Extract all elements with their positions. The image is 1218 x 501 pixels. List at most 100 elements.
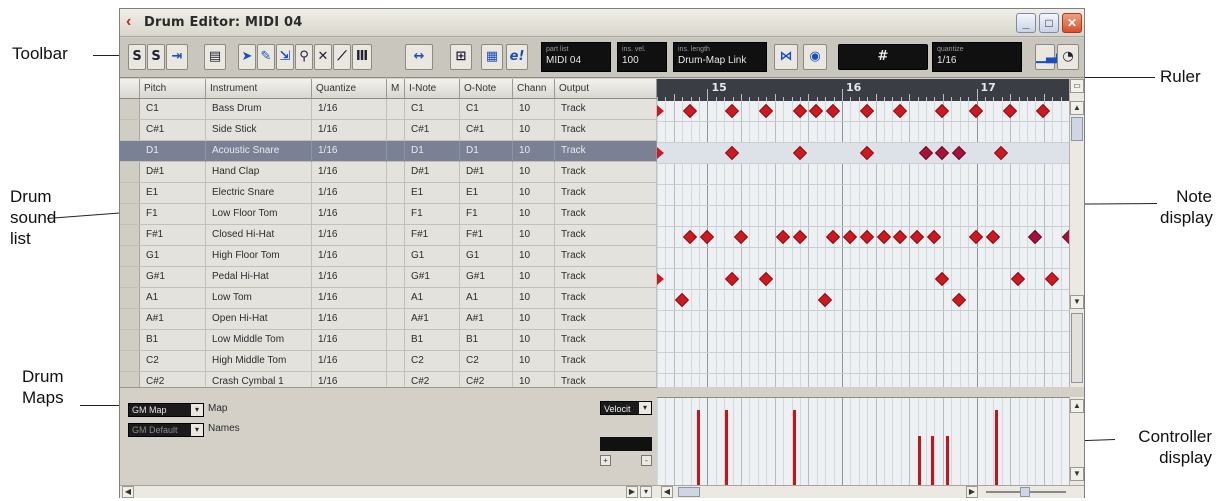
cell-inote[interactable]: C1 bbox=[405, 99, 460, 120]
title-bar[interactable]: ‹ Drum Editor: MIDI 04 _ □ ✕ bbox=[120, 9, 1084, 37]
note-lane[interactable] bbox=[657, 374, 1069, 387]
quantize-select[interactable]: quantize 1/16 bbox=[932, 42, 1022, 72]
cell-inote[interactable]: E1 bbox=[405, 183, 460, 204]
ruler[interactable]: 15 16 17 bbox=[657, 79, 1070, 101]
cell-instrument[interactable]: Acoustic Snare bbox=[206, 141, 312, 162]
cell-instrument[interactable]: Pedal Hi-Hat bbox=[206, 267, 312, 288]
drum-sound-row[interactable]: B1 Low Middle Tom 1/16 B1 B1 10 Track bbox=[120, 330, 657, 351]
drum-note[interactable] bbox=[657, 105, 664, 117]
draw-tool-icon[interactable]: ✎ bbox=[257, 44, 275, 70]
cell-mute[interactable] bbox=[387, 309, 405, 330]
note-lane[interactable] bbox=[657, 311, 1069, 332]
cell-onote[interactable]: F1 bbox=[460, 204, 513, 225]
drum-note[interactable] bbox=[657, 273, 664, 285]
note-lane[interactable] bbox=[657, 185, 1069, 206]
scroll-left-icon[interactable]: ◀ bbox=[661, 486, 673, 498]
note-lane[interactable] bbox=[657, 206, 1069, 227]
cell-inote[interactable]: D1 bbox=[405, 141, 460, 162]
cell-mute[interactable] bbox=[387, 204, 405, 225]
drum-sound-row[interactable]: E1 Electric Snare 1/16 E1 E1 10 Track bbox=[120, 183, 657, 204]
note-lane[interactable] bbox=[657, 269, 1069, 290]
scroll-up-icon[interactable]: ▲ bbox=[1070, 399, 1084, 413]
cell-instrument[interactable]: High Middle Tom bbox=[206, 351, 312, 372]
glue-tool-icon[interactable]: ⇲ bbox=[276, 44, 294, 70]
cell-instrument[interactable]: High Floor Tom bbox=[206, 246, 312, 267]
horizontal-scroll-thumb[interactable] bbox=[678, 487, 700, 497]
cell-output[interactable]: Track bbox=[555, 330, 657, 351]
note-lane[interactable] bbox=[657, 332, 1069, 353]
scroll-right-icon[interactable]: ▶ bbox=[966, 486, 978, 498]
cell-pitch[interactable]: C2 bbox=[140, 351, 206, 372]
zoom-slider[interactable] bbox=[1071, 313, 1083, 383]
cell-mute[interactable] bbox=[387, 351, 405, 372]
cell-inote[interactable]: A1 bbox=[405, 288, 460, 309]
level-meter-icon[interactable]: ▁▃▅ bbox=[1035, 44, 1066, 70]
cell-inote[interactable]: D#1 bbox=[405, 162, 460, 183]
solo-button[interactable]: S bbox=[128, 44, 146, 70]
cell-output[interactable]: Track bbox=[555, 351, 657, 372]
select-tool-icon[interactable]: ➤ bbox=[238, 44, 256, 70]
drum-sound-row[interactable]: G1 High Floor Tom 1/16 G1 G1 10 Track bbox=[120, 246, 657, 267]
cell-channel[interactable]: 10 bbox=[513, 288, 555, 309]
drum-sound-row[interactable]: A#1 Open Hi-Hat 1/16 A#1 A#1 10 Track bbox=[120, 309, 657, 330]
cell-quantize[interactable]: 1/16 bbox=[312, 288, 387, 309]
cell-channel[interactable]: 10 bbox=[513, 309, 555, 330]
scroll-down-icon[interactable]: ▼ bbox=[1070, 295, 1084, 309]
cell-output[interactable]: Track bbox=[555, 141, 657, 162]
cell-pitch[interactable]: E1 bbox=[140, 183, 206, 204]
drum-sound-row[interactable]: D1 Acoustic Snare 1/16 D1 D1 10 Track bbox=[120, 141, 657, 162]
cell-quantize[interactable]: 1/16 bbox=[312, 330, 387, 351]
cell-instrument[interactable]: Hand Clap bbox=[206, 162, 312, 183]
column-header-quantize[interactable]: Quantize bbox=[312, 79, 387, 99]
cell-instrument[interactable]: Open Hi-Hat bbox=[206, 309, 312, 330]
cell-onote[interactable]: C1 bbox=[460, 99, 513, 120]
clock-icon[interactable]: ◔ bbox=[1057, 44, 1079, 70]
cell-inote[interactable]: G#1 bbox=[405, 267, 460, 288]
cell-mute[interactable] bbox=[387, 246, 405, 267]
cell-quantize[interactable]: 1/16 bbox=[312, 120, 387, 141]
column-header-output[interactable]: Output bbox=[555, 79, 657, 99]
remove-controller-lane-button[interactable]: - bbox=[641, 455, 652, 466]
line-tool-icon[interactable]: ⟋ bbox=[333, 44, 351, 70]
note-lane[interactable] bbox=[657, 164, 1069, 185]
drum-sound-row[interactable]: C#1 Side Stick 1/16 C#1 C#1 10 Track bbox=[120, 120, 657, 141]
cell-quantize[interactable]: 1/16 bbox=[312, 309, 387, 330]
scroll-menu-icon[interactable]: ▾ bbox=[640, 486, 652, 498]
controller-select[interactable]: Velocit ▾ bbox=[600, 401, 652, 415]
cell-mute[interactable] bbox=[387, 225, 405, 246]
cell-instrument[interactable]: Closed Hi-Hat bbox=[206, 225, 312, 246]
cell-pitch[interactable]: G1 bbox=[140, 246, 206, 267]
cell-onote[interactable]: E1 bbox=[460, 183, 513, 204]
drum-sound-row[interactable]: D#1 Hand Clap 1/16 D#1 D#1 10 Track bbox=[120, 162, 657, 183]
cell-channel[interactable]: 10 bbox=[513, 120, 555, 141]
note-vertical-scrollbar[interactable]: ▭ ▲ ▼ bbox=[1069, 79, 1084, 387]
cell-mute[interactable] bbox=[387, 141, 405, 162]
cell-channel[interactable]: 10 bbox=[513, 225, 555, 246]
cell-onote[interactable]: B1 bbox=[460, 330, 513, 351]
drum-map-select[interactable]: GM Map ▾ bbox=[128, 403, 204, 417]
scroll-right-icon[interactable]: ▶ bbox=[626, 486, 638, 498]
names-select[interactable]: GM Default ▾ bbox=[128, 423, 204, 437]
cell-output[interactable]: Track bbox=[555, 183, 657, 204]
cell-output[interactable]: Track bbox=[555, 99, 657, 120]
autoscroll-button[interactable]: ⇥ bbox=[166, 44, 188, 70]
cell-pitch[interactable]: G#1 bbox=[140, 267, 206, 288]
cell-output[interactable]: Track bbox=[555, 288, 657, 309]
delete-tool-icon[interactable]: ✕ bbox=[314, 44, 332, 70]
note-lane[interactable] bbox=[657, 122, 1069, 143]
cell-output[interactable]: Track bbox=[555, 120, 657, 141]
cell-instrument[interactable]: Low Floor Tom bbox=[206, 204, 312, 225]
cell-quantize[interactable]: 1/16 bbox=[312, 204, 387, 225]
zoom-tool-icon[interactable]: ⚲ bbox=[295, 44, 313, 70]
cell-pitch[interactable]: A#1 bbox=[140, 309, 206, 330]
cell-mute[interactable] bbox=[387, 120, 405, 141]
part-list-select[interactable]: part list MIDI 04 bbox=[541, 42, 611, 72]
cell-mute[interactable] bbox=[387, 288, 405, 309]
close-button[interactable]: ✕ bbox=[1062, 13, 1082, 33]
cell-quantize[interactable]: 1/16 bbox=[312, 162, 387, 183]
drum-sound-row[interactable]: A1 Low Tom 1/16 A1 A1 10 Track bbox=[120, 288, 657, 309]
cell-mute[interactable] bbox=[387, 183, 405, 204]
cell-onote[interactable]: G#1 bbox=[460, 267, 513, 288]
column-header-channel[interactable]: Chann bbox=[513, 79, 555, 99]
cell-quantize[interactable]: 1/16 bbox=[312, 225, 387, 246]
